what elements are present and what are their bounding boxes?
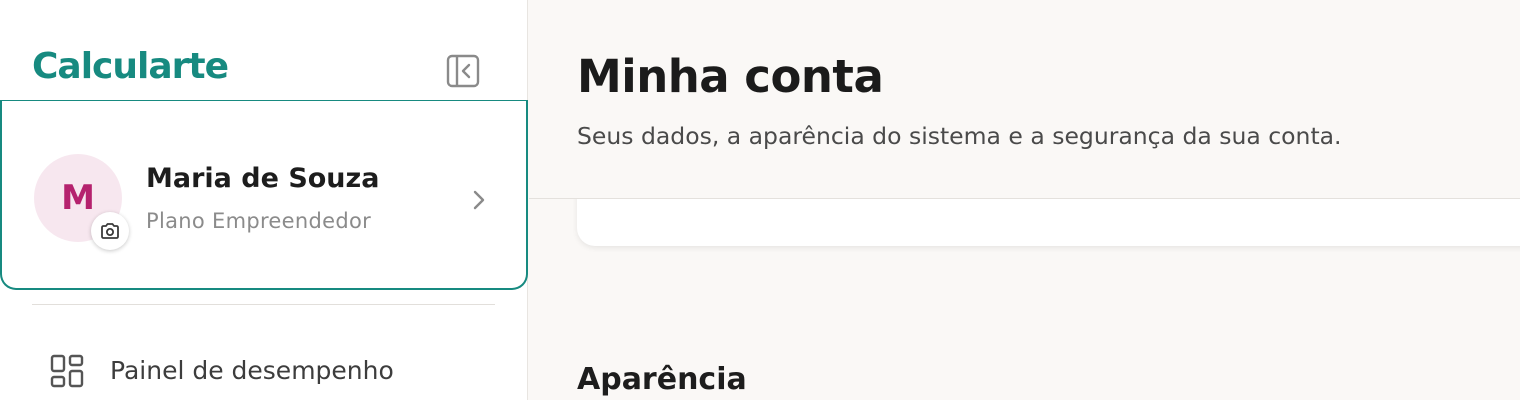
page-header: Minha conta Seus dados, a aparência do s… xyxy=(529,0,1520,199)
profile-name: Maria de Souza xyxy=(146,163,380,194)
app-root: Calcularte M Maria de Souza Plano Empree… xyxy=(0,0,1520,400)
sidebar-divider xyxy=(32,304,495,305)
chevron-right-icon xyxy=(473,190,485,210)
camera-icon xyxy=(101,223,119,239)
sidebar: Calcularte M Maria de Souza Plano Empree… xyxy=(0,0,528,400)
collapse-sidebar-button[interactable] xyxy=(446,54,480,88)
section-title-appearance: Aparência xyxy=(577,362,747,397)
page-title: Minha conta xyxy=(577,50,884,103)
page-subtitle: Seus dados, a aparência do sistema e a s… xyxy=(577,122,1342,150)
profile-plan: Plano Empreendedor xyxy=(146,209,372,233)
dashboard-grid-icon xyxy=(50,354,84,388)
sidebar-collapse-icon xyxy=(446,54,480,88)
sidebar-item-painel-de-desempenho[interactable]: Painel de desempenho xyxy=(32,340,495,400)
avatar-initial: M xyxy=(61,178,95,218)
change-photo-button[interactable] xyxy=(91,212,129,250)
sidebar-item-label: Painel de desempenho xyxy=(110,356,394,385)
brand-logo[interactable]: Calcularte xyxy=(32,46,229,87)
profile-card[interactable]: M Maria de Souza Plano Empreendedor xyxy=(0,100,528,290)
main-content: Minha conta Seus dados, a aparência do s… xyxy=(529,0,1520,400)
